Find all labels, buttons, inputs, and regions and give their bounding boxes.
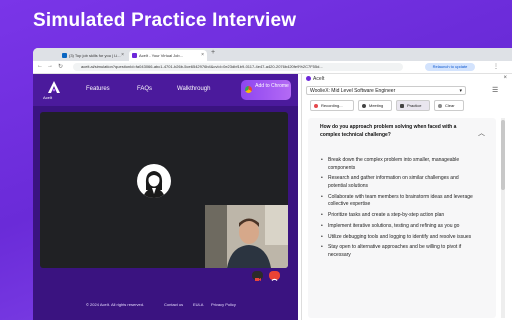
footer-eula-link[interactable]: EULA: [193, 302, 203, 307]
aceit-side-panel: AceIt × WoolieX: Mid Level Software Engi…: [301, 74, 512, 320]
aceit-favicon: [132, 53, 137, 58]
footer-privacy-link[interactable]: Privacy Policy: [211, 302, 236, 307]
phone-icon: [271, 278, 278, 281]
clear-icon: [438, 104, 442, 108]
nav-link-features[interactable]: Features: [86, 86, 110, 92]
forward-icon[interactable]: →: [47, 63, 53, 69]
back-icon[interactable]: ←: [37, 63, 43, 69]
practice-button[interactable]: Practice: [396, 100, 430, 111]
address-bar-row: ← → ↻ aceit.ai/simulation?questionId=fa0…: [33, 61, 512, 74]
tab-label: (3) Top job skills for you | Li...: [69, 53, 121, 58]
page-headline: Simulated Practice Interview: [33, 10, 297, 31]
answer-point: Stay open to alternative approaches and …: [321, 244, 478, 259]
chevron-up-icon[interactable]: ︿: [478, 128, 485, 138]
close-tab-icon[interactable]: ×: [121, 50, 124, 61]
clear-label: Clear: [445, 103, 455, 108]
panel-scrollbar-thumb[interactable]: [501, 120, 505, 190]
meeting-label: Meeting: [369, 103, 384, 108]
nav-link-walkthrough[interactable]: Walkthrough: [177, 86, 210, 92]
chrome-icon: [245, 86, 252, 93]
relaunch-button[interactable]: Relaunch to update: [425, 63, 475, 71]
hang-up-button[interactable]: [269, 271, 280, 281]
add-to-chrome-label: Add to Chrome: [255, 83, 289, 89]
linkedin-icon: [62, 53, 67, 58]
answer-list: Break down the complex problem into smal…: [321, 157, 478, 263]
meeting-icon: [362, 104, 366, 108]
aceit-logo-icon[interactable]: [47, 80, 61, 94]
role-select[interactable]: WoolieX: Mid Level Software Engineer ▾: [306, 86, 466, 95]
role-select-value: WoolieX: Mid Level Software Engineer: [310, 88, 396, 94]
answer-point: Prioritize tasks and create a step-by-st…: [321, 212, 478, 220]
menu-icon[interactable]: ☰: [492, 86, 498, 94]
browser-tab-linkedin[interactable]: (3) Top job skills for you | Li... ×: [59, 50, 127, 61]
mute-button[interactable]: [252, 271, 263, 281]
interviewer-avatar: [137, 164, 171, 198]
self-camera-view: [205, 205, 288, 268]
practice-label: Practice: [407, 103, 422, 108]
tab-label: AceIt - Your Virtual Job...: [139, 53, 183, 58]
new-tab-icon[interactable]: +: [211, 49, 215, 56]
interviewer-video-area: [40, 112, 288, 268]
clear-button[interactable]: Clear: [434, 100, 464, 111]
footer-copyright: © 2024 AceIt. All rights reserved.: [86, 302, 145, 307]
interview-question: How do you approach problem solving when…: [320, 124, 457, 138]
site-navbar: AceIt Features FAQs Walkthrough Add to C…: [33, 74, 298, 106]
meeting-button[interactable]: Meeting: [358, 100, 392, 111]
logo-text: AceIt: [43, 95, 53, 100]
add-to-chrome-button[interactable]: Add to Chrome: [241, 80, 291, 100]
answer-point: Implement iterative solutions, testing a…: [321, 223, 478, 231]
browser-tab-aceit[interactable]: AceIt - Your Virtual Job... ×: [129, 50, 207, 61]
browser-window: (3) Top job skills for you | Li... × Ace…: [33, 48, 512, 320]
question-card: How do you approach problem solving when…: [308, 118, 496, 318]
recording-button[interactable]: Recording...: [310, 100, 354, 111]
answer-point: Break down the complex problem into smal…: [321, 157, 478, 172]
aceit-webpage: AceIt Features FAQs Walkthrough Add to C…: [33, 74, 298, 320]
candidate-webcam-image: [205, 205, 288, 268]
nav-link-faqs[interactable]: FAQs: [137, 86, 152, 92]
browser-menu-icon[interactable]: ⋮: [493, 63, 499, 70]
tab-strip: (3) Top job skills for you | Li... × Ace…: [33, 48, 512, 65]
chevron-down-icon: ▾: [459, 88, 462, 94]
close-tab-icon[interactable]: ×: [201, 50, 204, 61]
record-icon: [314, 104, 318, 108]
interviewer-figure-icon: [143, 171, 165, 198]
panel-title: AceIt: [306, 76, 324, 82]
aceit-panel-icon: [306, 76, 311, 82]
close-panel-icon[interactable]: ×: [503, 75, 507, 81]
answer-point: Collaborate with team members to brainst…: [321, 194, 478, 209]
recording-label: Recording...: [321, 103, 343, 108]
panel-title-text: AceIt: [313, 76, 325, 82]
answer-point: Utilize debugging tools and logging to i…: [321, 234, 478, 242]
url-field[interactable]: aceit.ai/simulation?questionId=fa043066-…: [73, 63, 403, 71]
reload-icon[interactable]: ↻: [58, 63, 63, 70]
practice-icon: [400, 104, 404, 108]
camera-icon: [255, 278, 261, 281]
footer-contact-link[interactable]: Contact us: [164, 302, 183, 307]
answer-point: Research and gather information on simil…: [321, 175, 478, 190]
